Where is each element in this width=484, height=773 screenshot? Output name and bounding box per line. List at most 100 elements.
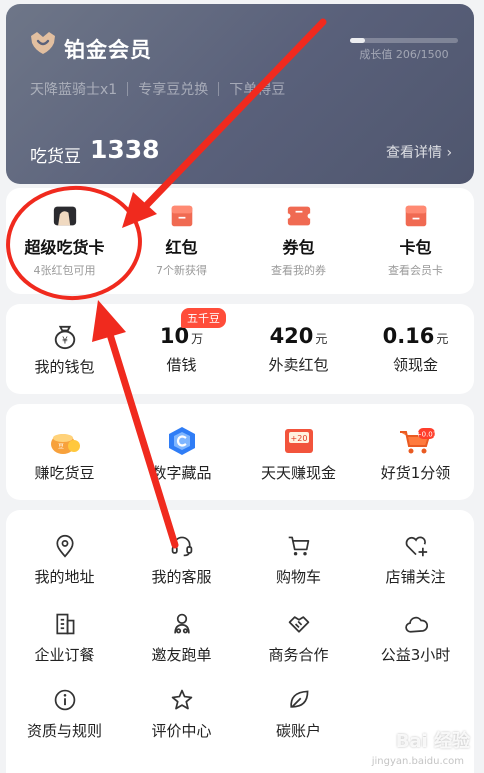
- card-subtitle: 7个新获得: [156, 264, 207, 277]
- promo-section: 豆 赚吃货豆 数字藏品 +20 天天赚现金 +0.01 好货1分领: [6, 404, 474, 500]
- wallet-cards-section: 超级吃货卡 4张红包可用 红包 7个新获得 券包 查看我的券 卡包 查看会员卡: [6, 188, 474, 294]
- card-label: 卡包: [399, 238, 432, 257]
- finance-value: 420: [269, 324, 314, 348]
- svg-text:+20: +20: [290, 434, 307, 443]
- perk-item[interactable]: 天降蓝骑士x1: [30, 79, 117, 99]
- card-wallet-icon: [405, 205, 426, 227]
- promo-label: 赚吃货豆: [34, 464, 95, 482]
- building-icon: [55, 613, 74, 635]
- followed-shops-button[interactable]: 店铺关注: [357, 534, 474, 587]
- beans-label: 吃货豆: [30, 147, 81, 167]
- review-center-button[interactable]: 评价中心: [123, 688, 240, 741]
- svg-text:+0.01: +0.01: [415, 431, 435, 439]
- finance-label: 外卖红包: [268, 356, 329, 374]
- member-title: 铂金会员: [64, 38, 152, 62]
- view-details-link[interactable]: 查看详情 ›: [386, 142, 452, 162]
- finance-unit: 元: [436, 332, 449, 346]
- growth-value: 成长值 206/1500: [359, 48, 449, 61]
- finance-label: 领现金: [392, 356, 438, 374]
- card-subtitle: 4张红包可用: [33, 264, 96, 277]
- service-label: 我的地址: [34, 568, 95, 586]
- service-label: 邀友跑单: [151, 646, 212, 664]
- finance-label: 借钱: [166, 356, 197, 374]
- invite-rider-button[interactable]: 邀友跑单: [123, 612, 240, 665]
- member-card[interactable]: 铂金会员 成长值 206/1500 天降蓝骑士x1 专享豆兑换 下单得豆 吃货豆…: [6, 4, 474, 184]
- rider-icon: [173, 613, 190, 634]
- service-label: 企业订餐: [34, 646, 95, 664]
- business-cooperation-button[interactable]: 商务合作: [240, 612, 357, 665]
- wallet-icon: ¥: [54, 325, 75, 350]
- promo-label: 数字藏品: [151, 464, 212, 482]
- qualification-rules-button[interactable]: 资质与规则: [6, 688, 123, 741]
- red-packet-button[interactable]: 红包 7个新获得: [123, 204, 240, 278]
- service-label: 我的客服: [151, 568, 212, 586]
- carbon-account-button[interactable]: 碳账户: [240, 688, 357, 741]
- growth-progress-bar: [350, 38, 458, 43]
- promo-label: 天天赚现金: [260, 464, 336, 482]
- headset-icon: [171, 536, 192, 557]
- heart-plus-icon: [405, 536, 427, 557]
- service-label: 购物车: [275, 568, 321, 586]
- divider: [127, 82, 129, 96]
- digital-collection-icon: [168, 427, 195, 455]
- card-label: 红包: [165, 238, 198, 257]
- card-subtitle: 查看会员卡: [388, 264, 443, 277]
- shopping-cart-gift-icon: +0.01: [399, 428, 436, 454]
- customer-service-button[interactable]: 我的客服: [123, 534, 240, 587]
- my-address-button[interactable]: 我的地址: [6, 534, 123, 587]
- svg-text:¥: ¥: [62, 336, 68, 347]
- shopping-cart-button[interactable]: 购物车: [240, 534, 357, 587]
- star-icon: [171, 689, 192, 710]
- promo-label: 好货1分领: [380, 464, 451, 482]
- cart-icon: [288, 536, 309, 556]
- card-icon: [53, 206, 76, 226]
- claim-cash-button[interactable]: 0.16 元 领现金: [357, 324, 474, 377]
- takeout-red-packet-button[interactable]: 420 元 外卖红包: [240, 324, 357, 377]
- beans-value: 1338: [90, 135, 160, 164]
- service-label: 评价中心: [151, 722, 212, 740]
- card-label: 超级吃货卡: [24, 238, 105, 257]
- finance-unit: 万: [191, 332, 204, 346]
- finance-section: ¥ 我的钱包 五千豆 10 万 借钱 420 元 外卖红包 0.16 元 领现金: [6, 304, 474, 394]
- bonus-badge: 五千豆: [181, 308, 226, 328]
- leaf-icon: [289, 690, 308, 708]
- card-subtitle: 查看我的券: [271, 264, 326, 277]
- perk-item[interactable]: 专享豆兑换: [138, 79, 208, 99]
- borrow-button[interactable]: 五千豆 10 万 借钱: [123, 308, 240, 377]
- perk-item[interactable]: 下单得豆: [229, 79, 285, 99]
- handshake-icon: [288, 616, 309, 633]
- divider: [218, 82, 220, 96]
- coupon-pack-button[interactable]: 券包 查看我的券: [240, 204, 357, 278]
- service-label: 公益3小时: [380, 646, 451, 664]
- bean-pot-icon: 豆: [50, 434, 80, 454]
- info-icon: [54, 689, 75, 711]
- svg-text:豆: 豆: [57, 443, 63, 450]
- enterprise-dining-button[interactable]: 企业订餐: [6, 612, 123, 665]
- finance-value: 0.16: [382, 324, 435, 348]
- watermark-logo: Bai 经验: [395, 731, 470, 752]
- service-label: 店铺关注: [385, 568, 446, 586]
- charity-button[interactable]: 公益3小时: [357, 612, 474, 665]
- cloud-icon: [404, 616, 428, 633]
- card-label: 券包: [282, 238, 315, 257]
- service-label: 碳账户: [275, 722, 321, 740]
- member-perks: 天降蓝骑士x1 专享豆兑换 下单得豆: [30, 79, 285, 99]
- daily-cash-button[interactable]: +20 天天赚现金: [240, 426, 357, 483]
- finance-unit: 元: [315, 332, 328, 346]
- finance-label: 我的钱包: [34, 358, 95, 376]
- red-packet-icon: [171, 205, 192, 227]
- watermark-url: jingyan.baidu.com: [371, 756, 464, 767]
- service-label: 商务合作: [268, 646, 329, 664]
- service-label: 资质与规则: [26, 722, 102, 740]
- earn-beans-button[interactable]: 豆 赚吃货豆: [6, 426, 123, 483]
- location-icon: [55, 534, 74, 558]
- crown-heart-icon: [31, 32, 55, 54]
- my-wallet-button[interactable]: ¥ 我的钱包: [6, 324, 123, 377]
- coupon-icon: [286, 206, 311, 226]
- growth-progress-fill: [350, 38, 365, 43]
- digital-collection-button[interactable]: 数字藏品: [123, 426, 240, 483]
- card-wallet-button[interactable]: 卡包 查看会员卡: [357, 204, 474, 278]
- goods-one-cent-button[interactable]: +0.01 好货1分领: [357, 426, 474, 483]
- cash-envelope-icon: +20: [284, 429, 313, 453]
- super-foodie-card-button[interactable]: 超级吃货卡 4张红包可用: [6, 204, 123, 278]
